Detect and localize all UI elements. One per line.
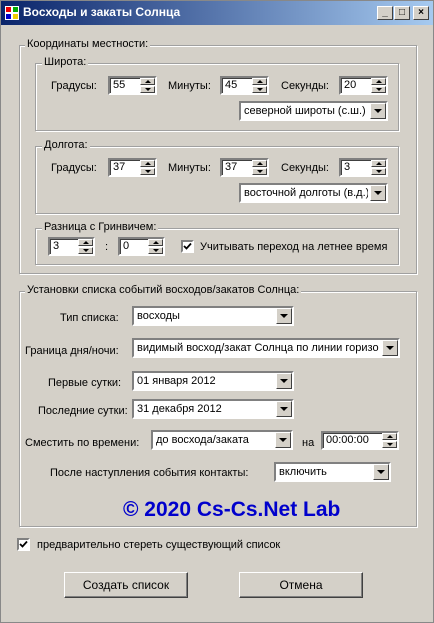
- gmt-minutes-input[interactable]: 0: [118, 237, 165, 256]
- chevron-down-icon[interactable]: [276, 401, 292, 417]
- spin-up-icon[interactable]: [148, 239, 163, 246]
- spin-down-icon[interactable]: [140, 168, 155, 175]
- close-button[interactable]: ×: [413, 6, 429, 20]
- lon-minutes-input[interactable]: 37: [220, 158, 269, 177]
- clear-list-checkbox[interactable]: [17, 538, 30, 551]
- lon-minutes-spinner[interactable]: [252, 160, 267, 175]
- gmt-hours-spinner[interactable]: [78, 239, 93, 254]
- lon-hemisphere-select[interactable]: восточной долготы (в.д.): [239, 183, 388, 203]
- spin-up-icon[interactable]: [140, 78, 155, 85]
- checkmark-icon: [19, 540, 28, 548]
- window-title: Восходы и закаты Солнца: [23, 5, 181, 19]
- list-type-select[interactable]: восходы: [132, 306, 294, 326]
- copyright-watermark: © 2020 Cs-Cs.Net Lab: [123, 498, 341, 521]
- chevron-down-icon[interactable]: [276, 373, 292, 389]
- chevron-down-icon[interactable]: [275, 432, 291, 448]
- lat-degrees-spinner[interactable]: [140, 78, 155, 93]
- boundary-label: Граница дня/ночи:: [25, 345, 119, 357]
- after-event-select[interactable]: включить: [274, 462, 391, 482]
- first-day-picker[interactable]: 01 января 2012: [132, 371, 294, 391]
- gmt-group-label: Разница с Гринвичем:: [42, 221, 159, 233]
- title-bar: Восходы и закаты Солнца _ □ ×: [1, 1, 433, 25]
- boundary-select[interactable]: видимый восход/закат Солнца по линии гор…: [132, 338, 400, 358]
- dst-checkbox[interactable]: [181, 240, 194, 253]
- spin-down-icon[interactable]: [382, 441, 397, 448]
- chevron-down-icon[interactable]: [370, 185, 386, 201]
- lat-degrees-label: Градусы:: [51, 80, 97, 92]
- clear-list-label[interactable]: предварительно стереть существующий спис…: [37, 539, 280, 551]
- spin-up-icon[interactable]: [252, 160, 267, 167]
- lat-hemisphere-select[interactable]: северной широты (с.ш.): [239, 101, 388, 121]
- spin-up-icon[interactable]: [78, 239, 93, 246]
- gmt-minutes-spinner[interactable]: [148, 239, 163, 254]
- longitude-group: [35, 146, 399, 214]
- spin-down-icon[interactable]: [140, 86, 155, 93]
- spin-down-icon[interactable]: [78, 247, 93, 254]
- minimize-button[interactable]: _: [377, 6, 393, 20]
- longitude-group-label: Долгота:: [42, 139, 90, 151]
- spin-down-icon[interactable]: [371, 86, 386, 93]
- shift-on-label: на: [302, 437, 315, 449]
- lon-seconds-input[interactable]: 3: [339, 158, 388, 177]
- dst-label[interactable]: Учитывать переход на летнее время: [200, 241, 387, 253]
- lat-seconds-label: Секунды:: [281, 80, 329, 92]
- shift-time-input[interactable]: 00:00:00: [321, 431, 399, 450]
- lon-minutes-label: Минуты:: [168, 162, 211, 174]
- cancel-button[interactable]: Отмена: [239, 572, 363, 598]
- latitude-group-label: Широта:: [42, 56, 89, 68]
- lon-seconds-spinner[interactable]: [371, 160, 386, 175]
- lat-minutes-label: Минуты:: [168, 80, 211, 92]
- spin-up-icon[interactable]: [382, 433, 397, 440]
- list-type-label: Тип списка:: [60, 312, 119, 324]
- app-icon: [5, 6, 19, 20]
- first-day-label: Первые сутки:: [48, 377, 122, 389]
- lat-minutes-input[interactable]: 45: [220, 76, 269, 95]
- shift-select[interactable]: до восхода/заката: [151, 430, 293, 450]
- spin-up-icon[interactable]: [140, 160, 155, 167]
- lon-degrees-label: Градусы:: [51, 162, 97, 174]
- gmt-hours-input[interactable]: 3: [48, 237, 95, 256]
- chevron-down-icon[interactable]: [373, 464, 389, 480]
- chevron-down-icon[interactable]: [382, 340, 398, 356]
- maximize-button[interactable]: □: [394, 6, 410, 20]
- spin-up-icon[interactable]: [252, 78, 267, 85]
- lon-degrees-spinner[interactable]: [140, 160, 155, 175]
- chevron-down-icon[interactable]: [276, 308, 292, 324]
- last-day-label: Последние сутки:: [38, 405, 128, 417]
- lon-seconds-label: Секунды:: [281, 162, 329, 174]
- main-window: Восходы и закаты Солнца _ □ × Координаты…: [0, 0, 434, 623]
- spin-up-icon[interactable]: [371, 78, 386, 85]
- lat-seconds-input[interactable]: 20: [339, 76, 388, 95]
- spin-down-icon[interactable]: [252, 86, 267, 93]
- coords-group-label: Координаты местности:: [25, 38, 151, 50]
- lon-degrees-input[interactable]: 37: [108, 158, 157, 177]
- gmt-separator: :: [105, 241, 109, 253]
- spin-down-icon[interactable]: [371, 168, 386, 175]
- shift-time-spinner[interactable]: [382, 433, 397, 448]
- after-event-label: После наступления события контакты:: [50, 467, 249, 479]
- spin-down-icon[interactable]: [148, 247, 163, 254]
- checkmark-icon: [183, 242, 192, 250]
- lat-degrees-input[interactable]: 55: [108, 76, 157, 95]
- create-list-button[interactable]: Создать список: [64, 572, 188, 598]
- chevron-down-icon[interactable]: [370, 103, 386, 119]
- spin-up-icon[interactable]: [371, 160, 386, 167]
- shift-label: Сместить по времени:: [25, 437, 140, 449]
- lat-seconds-spinner[interactable]: [371, 78, 386, 93]
- events-group-label: Установки списка событий восходов/закато…: [25, 284, 302, 296]
- spin-down-icon[interactable]: [252, 168, 267, 175]
- lat-minutes-spinner[interactable]: [252, 78, 267, 93]
- last-day-picker[interactable]: 31 декабря 2012: [132, 399, 294, 419]
